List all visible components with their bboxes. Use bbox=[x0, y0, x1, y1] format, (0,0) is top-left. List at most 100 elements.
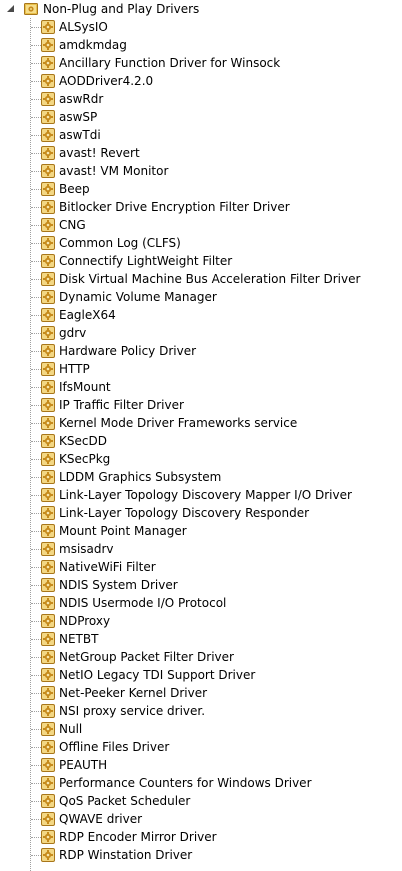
tree-item[interactable]: KSecPkg bbox=[0, 450, 402, 468]
device-driver-icon bbox=[40, 415, 56, 431]
device-tree: Non-Plug and Play Drivers ALSysIO amdkmda… bbox=[0, 0, 402, 871]
tree-item[interactable]: Net-Peeker Kernel Driver bbox=[0, 684, 402, 702]
tree-item-label: Net-Peeker Kernel Driver bbox=[59, 686, 208, 700]
tree-item[interactable]: Null bbox=[0, 720, 402, 738]
device-driver-icon bbox=[40, 487, 56, 503]
tree-item[interactable]: aswSP bbox=[0, 108, 402, 126]
tree-item-label: aswSP bbox=[59, 110, 98, 124]
tree-item[interactable]: KSecDD bbox=[0, 432, 402, 450]
tree-item-label: Link-Layer Topology Discovery Mapper I/O… bbox=[59, 488, 352, 502]
device-driver-icon bbox=[40, 181, 56, 197]
device-driver-icon bbox=[40, 847, 56, 863]
tree-item[interactable]: aswRdr bbox=[0, 90, 402, 108]
tree-item-label: NetGroup Packet Filter Driver bbox=[59, 650, 234, 664]
tree-item[interactable]: RDP Encoder Mirror Driver bbox=[0, 828, 402, 846]
tree-item-label: Hardware Policy Driver bbox=[59, 344, 197, 358]
tree-item-label: RDP Winstation Driver bbox=[59, 848, 193, 862]
tree-item[interactable]: AODDriver4.2.0 bbox=[0, 72, 402, 90]
device-driver-icon bbox=[40, 541, 56, 557]
tree-node-label: Non-Plug and Play Drivers bbox=[43, 2, 200, 16]
tree-item[interactable]: Offline Files Driver bbox=[0, 738, 402, 756]
tree-item[interactable]: RDP Winstation Driver bbox=[0, 846, 402, 864]
tree-children: ALSysIO amdkmdag Ancillary Function Driver… bbox=[0, 18, 402, 864]
device-driver-icon bbox=[40, 577, 56, 593]
device-driver-icon bbox=[40, 343, 56, 359]
tree-item-label: NDProxy bbox=[59, 614, 111, 628]
tree-item[interactable]: Bitlocker Drive Encryption Filter Driver bbox=[0, 198, 402, 216]
tree-item[interactable]: msisadrv bbox=[0, 540, 402, 558]
tree-item[interactable]: PEAUTH bbox=[0, 756, 402, 774]
device-driver-icon bbox=[40, 289, 56, 305]
device-driver-icon bbox=[40, 739, 56, 755]
device-driver-icon bbox=[40, 127, 56, 143]
tree-item[interactable]: NDIS Usermode I/O Protocol bbox=[0, 594, 402, 612]
tree-item[interactable]: NDProxy bbox=[0, 612, 402, 630]
tree-item-label: NDIS Usermode I/O Protocol bbox=[59, 596, 227, 610]
tree-item[interactable]: NetGroup Packet Filter Driver bbox=[0, 648, 402, 666]
tree-item[interactable]: QWAVE driver bbox=[0, 810, 402, 828]
device-driver-icon bbox=[40, 307, 56, 323]
tree-item[interactable]: Link-Layer Topology Discovery Responder bbox=[0, 504, 402, 522]
tree-item-label: HTTP bbox=[59, 362, 90, 376]
device-driver-icon bbox=[40, 433, 56, 449]
tree-item[interactable]: Connectify LightWeight Filter bbox=[0, 252, 402, 270]
tree-item[interactable]: Kernel Mode Driver Frameworks service bbox=[0, 414, 402, 432]
tree-item[interactable]: QoS Packet Scheduler bbox=[0, 792, 402, 810]
tree-item[interactable]: Ancillary Function Driver for Winsock bbox=[0, 54, 402, 72]
tree-item[interactable]: NSI proxy service driver. bbox=[0, 702, 402, 720]
tree-item-label: EagleX64 bbox=[59, 308, 116, 322]
tree-item[interactable]: IP Traffic Filter Driver bbox=[0, 396, 402, 414]
tree-item[interactable]: NETBT bbox=[0, 630, 402, 648]
tree-item-label: Offline Files Driver bbox=[59, 740, 170, 754]
tree-item[interactable]: Hardware Policy Driver bbox=[0, 342, 402, 360]
tree-item[interactable]: aswTdi bbox=[0, 126, 402, 144]
device-driver-icon bbox=[40, 829, 56, 845]
tree-item[interactable]: Mount Point Manager bbox=[0, 522, 402, 540]
tree-item-label: Link-Layer Topology Discovery Responder bbox=[59, 506, 310, 520]
tree-node-non-pnp-drivers[interactable]: Non-Plug and Play Drivers bbox=[0, 0, 402, 18]
tree-item[interactable]: NetIO Legacy TDI Support Driver bbox=[0, 666, 402, 684]
tree-item-label: QWAVE driver bbox=[59, 812, 143, 826]
tree-item[interactable]: Disk Virtual Machine Bus Acceleration Fi… bbox=[0, 270, 402, 288]
tree-item[interactable]: Beep bbox=[0, 180, 402, 198]
device-driver-icon bbox=[40, 685, 56, 701]
tree-item-label: aswRdr bbox=[59, 92, 104, 106]
tree-item[interactable]: Performance Counters for Windows Driver bbox=[0, 774, 402, 792]
tree-item[interactable]: amdkmdag bbox=[0, 36, 402, 54]
tree-item-label: Performance Counters for Windows Driver bbox=[59, 776, 312, 790]
tree-item-label: Beep bbox=[59, 182, 90, 196]
tree-item-label: Kernel Mode Driver Frameworks service bbox=[59, 416, 298, 430]
device-driver-icon bbox=[40, 163, 56, 179]
tree-item[interactable]: LDDM Graphics Subsystem bbox=[0, 468, 402, 486]
tree-item-label: NDIS System Driver bbox=[59, 578, 178, 592]
tree-item[interactable]: CNG bbox=[0, 216, 402, 234]
device-driver-icon bbox=[40, 109, 56, 125]
tree-item-label: Connectify LightWeight Filter bbox=[59, 254, 233, 268]
tree-item[interactable]: NDIS System Driver bbox=[0, 576, 402, 594]
tree-item[interactable]: gdrv bbox=[0, 324, 402, 342]
device-driver-icon bbox=[40, 235, 56, 251]
tree-item-label: PEAUTH bbox=[59, 758, 108, 772]
tree-item[interactable]: Common Log (CLFS) bbox=[0, 234, 402, 252]
tree-item[interactable]: Dynamic Volume Manager bbox=[0, 288, 402, 306]
tree-item-label: amdkmdag bbox=[59, 38, 127, 52]
tree-item-label: msisadrv bbox=[59, 542, 114, 556]
tree-item[interactable]: NativeWiFi Filter bbox=[0, 558, 402, 576]
device-driver-icon bbox=[40, 721, 56, 737]
device-driver-icon bbox=[40, 793, 56, 809]
tree-item[interactable]: IfsMount bbox=[0, 378, 402, 396]
tree-item[interactable]: avast! Revert bbox=[0, 144, 402, 162]
tree-item[interactable]: HTTP bbox=[0, 360, 402, 378]
tree-item-label: Null bbox=[59, 722, 83, 736]
tree-item-label: avast! VM Monitor bbox=[59, 164, 169, 178]
tree-item[interactable]: EagleX64 bbox=[0, 306, 402, 324]
device-driver-icon bbox=[40, 775, 56, 791]
tree-item-label: RDP Encoder Mirror Driver bbox=[59, 830, 217, 844]
tree-item[interactable]: Link-Layer Topology Discovery Mapper I/O… bbox=[0, 486, 402, 504]
device-driver-icon bbox=[40, 145, 56, 161]
tree-item-label: NSI proxy service driver. bbox=[59, 704, 206, 718]
device-driver-icon bbox=[40, 217, 56, 233]
collapse-triangle-icon[interactable] bbox=[6, 0, 22, 18]
tree-item[interactable]: ALSysIO bbox=[0, 18, 402, 36]
tree-item[interactable]: avast! VM Monitor bbox=[0, 162, 402, 180]
